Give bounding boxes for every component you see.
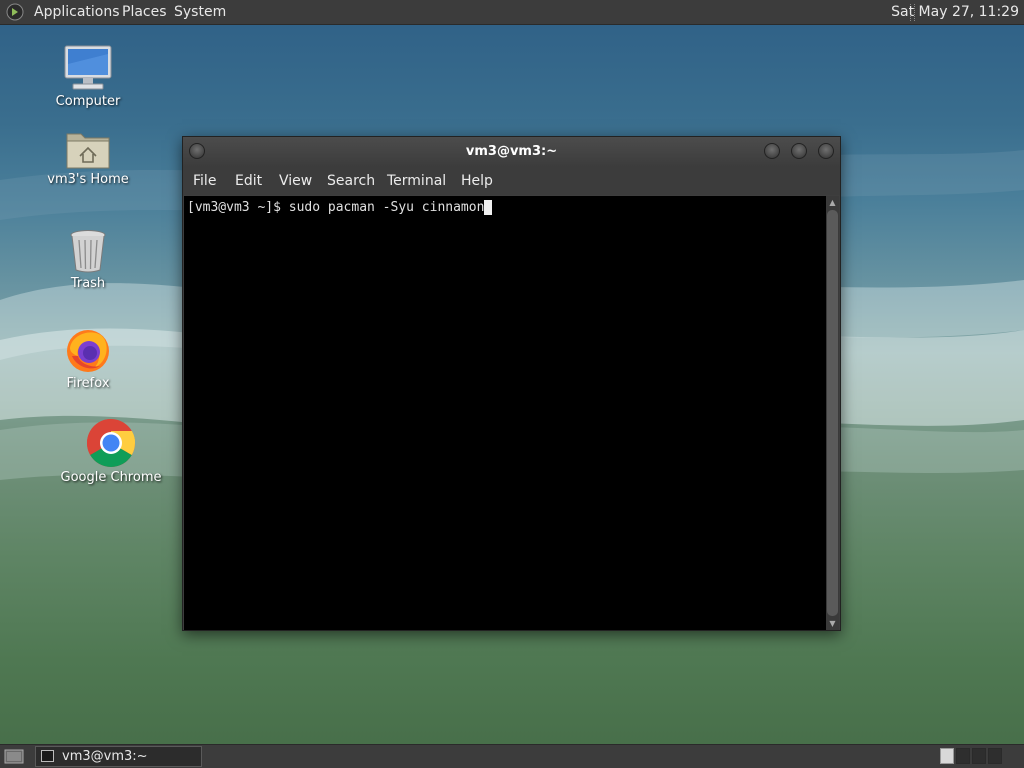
desktop-icon-label: Trash	[70, 276, 106, 291]
terminal-icon	[41, 750, 54, 762]
terminal-menubar: File Edit View Search Terminal Help	[183, 167, 840, 195]
desktop-icon-trash[interactable]: Trash	[53, 228, 123, 291]
workspace-switcher[interactable]	[940, 748, 1020, 766]
desktop-icon-label: Google Chrome	[60, 470, 162, 485]
taskbar-label: vm3@vm3:~	[62, 749, 148, 764]
workspace-4[interactable]	[988, 748, 1002, 764]
scrollbar-thumb[interactable]	[827, 210, 838, 616]
clock[interactable]: Sat May 27, 11:29	[891, 4, 1019, 21]
trash-icon	[70, 230, 106, 273]
text-cursor	[484, 200, 493, 215]
close-button[interactable]	[818, 143, 834, 159]
desktop-icon-chrome[interactable]: Google Chrome	[58, 418, 164, 485]
window-titlebar[interactable]: vm3@vm3:~	[183, 137, 840, 167]
chrome-icon	[86, 419, 136, 468]
workspace-2[interactable]	[956, 748, 970, 764]
desktop-icon-label: Firefox	[66, 376, 110, 391]
desktop-icon-label: Computer	[55, 94, 121, 109]
taskbar-terminal-button[interactable]: vm3@vm3:~	[35, 746, 202, 767]
menu-edit[interactable]: Edit	[235, 173, 262, 189]
menu-terminal[interactable]: Terminal	[387, 173, 446, 189]
home-folder-icon	[66, 133, 110, 169]
command-line: [vm3@vm3 ~]$ sudo pacman -Syu cinnamon	[187, 200, 493, 215]
minimize-button[interactable]	[764, 143, 780, 159]
terminal-window[interactable]: vm3@vm3:~ File Edit View Search Terminal…	[182, 136, 841, 631]
workspace-1[interactable]	[940, 748, 954, 764]
scroll-up-icon[interactable]: ▲	[826, 196, 839, 209]
typed-command: sudo pacman -Syu cinnamon	[288, 200, 485, 215]
system-menu[interactable]: System	[174, 4, 226, 21]
menu-logo-icon[interactable]	[6, 3, 24, 21]
desktop-icon-label: vm3's Home	[47, 172, 129, 187]
menu-search[interactable]: Search	[327, 173, 375, 189]
desktop-icon-firefox[interactable]: Firefox	[53, 326, 123, 391]
menu-help[interactable]: Help	[461, 173, 493, 189]
menu-file[interactable]: File	[193, 173, 216, 189]
places-menu[interactable]: Places	[122, 4, 167, 21]
maximize-button[interactable]	[791, 143, 807, 159]
scroll-down-icon[interactable]: ▼	[826, 617, 839, 630]
top-panel: Applications Places System Sat May 27, 1…	[0, 0, 1024, 25]
terminal-scrollbar[interactable]: ▲ ▼	[826, 196, 839, 630]
computer-icon	[64, 45, 112, 90]
window-menu-button[interactable]	[189, 143, 205, 159]
desktop-icon-computer[interactable]: Computer	[48, 44, 128, 109]
desktop-icon-home[interactable]: vm3's Home	[43, 128, 133, 187]
window-title: vm3@vm3:~	[465, 144, 558, 159]
shell-prompt: [vm3@vm3 ~]$	[187, 200, 289, 215]
applications-menu[interactable]: Applications	[34, 4, 120, 21]
firefox-icon	[67, 330, 109, 372]
workspace-3[interactable]	[972, 748, 986, 764]
show-desktop-icon[interactable]	[4, 748, 24, 765]
bottom-panel: vm3@vm3:~	[0, 744, 1024, 768]
menu-view[interactable]: View	[279, 173, 312, 189]
terminal-output[interactable]: [vm3@vm3 ~]$ sudo pacman -Syu cinnamon	[184, 196, 826, 630]
